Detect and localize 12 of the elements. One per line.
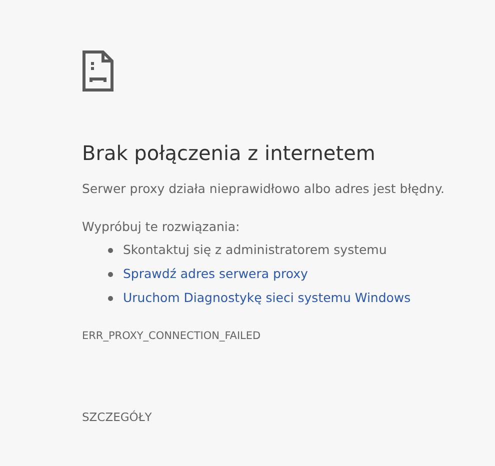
error-code: ERR_PROXY_CONNECTION_FAILED (82, 329, 261, 343)
bullet-icon (108, 272, 113, 276)
details-button[interactable]: SZCZEGÓŁY (82, 409, 152, 425)
bullet-icon (108, 296, 113, 300)
error-message: Serwer proxy działa nieprawidłowo albo adres jest błędny. (82, 180, 444, 198)
suggestion-link[interactable]: Uruchom Diagnostykę sieci systemu Windows (123, 289, 411, 307)
sad-page-icon (82, 50, 114, 92)
error-heading: Brak połączenia z internetem (82, 140, 376, 166)
suggestions-heading: Wypróbuj te rozwiązania: (82, 218, 240, 236)
suggestion-text: Skontaktuj się z administratorem systemu (123, 241, 387, 259)
bullet-icon (108, 248, 113, 252)
suggestion-link[interactable]: Sprawdź adres serwera proxy (123, 265, 308, 283)
